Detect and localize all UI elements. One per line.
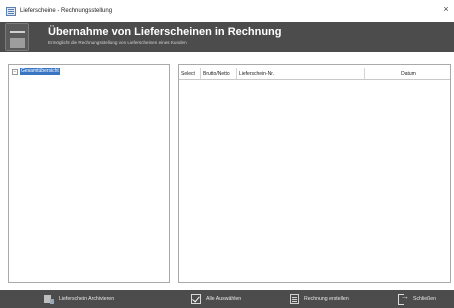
close-window-button[interactable]: Schließen [398,292,436,306]
create-invoice-button-label: Rechnung erstellen [304,296,349,302]
invoice-icon [290,294,299,304]
customer-tree[interactable]: − Gesamtübersicht [8,64,170,283]
close-window-button-label: Schließen [413,296,437,302]
column-header-datum[interactable]: Datum [365,68,450,79]
archive-button-label: Lieferschein Archivieren [59,296,115,302]
window-titlebar: Lieferscheine - Rechnungsstellung × [0,0,454,22]
column-header-select[interactable]: Select [179,68,201,79]
close-button[interactable]: × [438,0,454,18]
document-list-icon [5,23,29,51]
tree-node-label[interactable]: Gesamtübersicht [20,68,60,75]
header-banner: Übernahme von Lieferscheinen in Rechnung… [0,22,454,52]
window-title: Lieferscheine - Rechnungsstellung [20,8,113,14]
bottom-toolbar: Lieferschein Archivieren Alle Auswählen … [0,290,454,308]
column-header-brutto-netto[interactable]: Brutto/Netto [201,68,237,79]
tree-node-gesamtuebersicht[interactable]: − Gesamtübersicht [12,68,60,75]
create-invoice-button[interactable]: Rechnung erstellen [290,292,349,306]
header-title: Übernahme von Lieferscheinen in Rechnung [48,26,282,38]
column-header-lieferschein-nr[interactable]: Lieferschein-Nr. [237,68,365,79]
tree-collapse-icon[interactable]: − [12,68,18,75]
checkbox-icon [191,294,201,304]
exit-icon [398,292,409,305]
select-all-button[interactable]: Alle Auswählen [191,292,241,306]
archive-icon [44,294,54,304]
app-icon [6,6,16,16]
select-all-button-label: Alle Auswählen [206,296,242,302]
archive-button[interactable]: Lieferschein Archivieren [44,292,114,306]
list-header: Select Brutto/Netto Lieferschein-Nr. Dat… [179,68,450,80]
delivery-note-list[interactable]: Select Brutto/Netto Lieferschein-Nr. Dat… [178,64,451,283]
header-subtitle: Ermöglicht die Rechnungsstellung von Lie… [48,40,187,45]
